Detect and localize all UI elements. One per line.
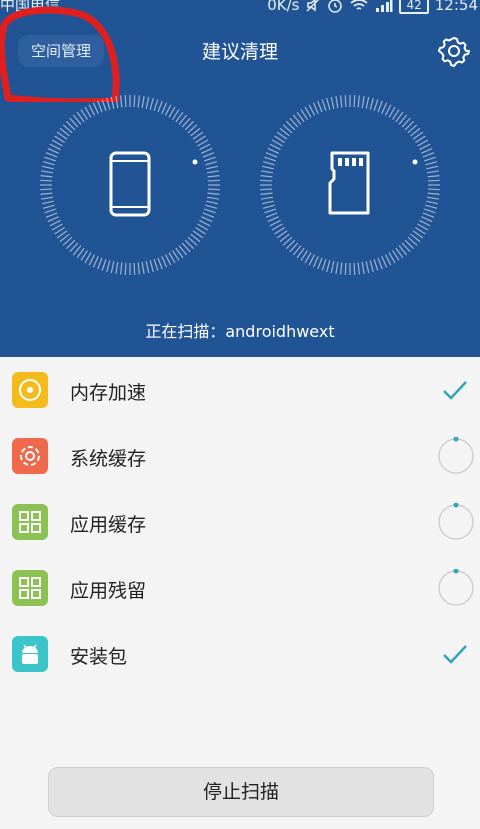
flower-gear-icon <box>12 438 48 474</box>
sd-card-ring <box>260 95 440 275</box>
signal-icon <box>376 0 393 12</box>
item-label: 安装包 <box>70 646 128 668</box>
list-item-app-cache[interactable]: 应用缓存 <box>0 489 480 555</box>
stop-scan-button[interactable]: 停止扫描 <box>48 767 434 817</box>
network-speed: 0K/s <box>267 0 300 14</box>
check-icon <box>443 645 467 664</box>
check-icon <box>443 381 467 400</box>
mute-icon <box>306 0 320 12</box>
item-label: 系统缓存 <box>70 448 147 470</box>
cleanup-list: 内存加速 系统缓存 应用缓存 应用残留 安装包 <box>0 357 480 829</box>
scanning-spinner-icon <box>438 437 474 474</box>
app-header: 空间管理 建议清理 <box>0 25 480 77</box>
list-item-app-residue[interactable]: 应用残留 <box>0 555 480 621</box>
android-icon <box>12 636 48 672</box>
carrier-label: 中国电信 <box>0 0 61 14</box>
scanning-spinner-icon <box>438 503 474 540</box>
battery-indicator: 42 <box>399 0 429 14</box>
phone-storage-ring <box>40 95 220 275</box>
wifi-icon <box>350 0 369 10</box>
alarm-icon <box>328 0 343 13</box>
scanning-status: 正在扫描：androidhwext <box>145 322 335 341</box>
list-item-install-packages[interactable]: 安装包 <box>0 621 480 687</box>
scanning-spinner-icon <box>438 569 474 606</box>
memory-icon <box>12 372 48 408</box>
list-item-system-cache[interactable]: 系统缓存 <box>0 423 480 489</box>
list-item-memory-boost[interactable]: 内存加速 <box>0 357 480 423</box>
grid-icon <box>12 504 48 540</box>
item-label: 应用缓存 <box>70 514 147 536</box>
sd-card-icon <box>328 151 370 215</box>
phone-icon <box>109 151 151 217</box>
clock: 12:54 <box>434 0 478 14</box>
grid-icon <box>12 570 48 606</box>
item-label: 内存加速 <box>70 382 147 404</box>
item-label: 应用残留 <box>70 580 147 602</box>
status-bar: 中国电信 0K/s 42 12:54 <box>0 0 480 18</box>
status-right: 0K/s 42 12:54 <box>267 0 478 14</box>
page-title: 建议清理 <box>201 41 278 63</box>
scan-header-panel: 中国电信 0K/s 42 12:54 空间管理 建议清理 正在扫描：androi… <box>0 0 480 357</box>
settings-gear-icon[interactable] <box>438 35 470 67</box>
